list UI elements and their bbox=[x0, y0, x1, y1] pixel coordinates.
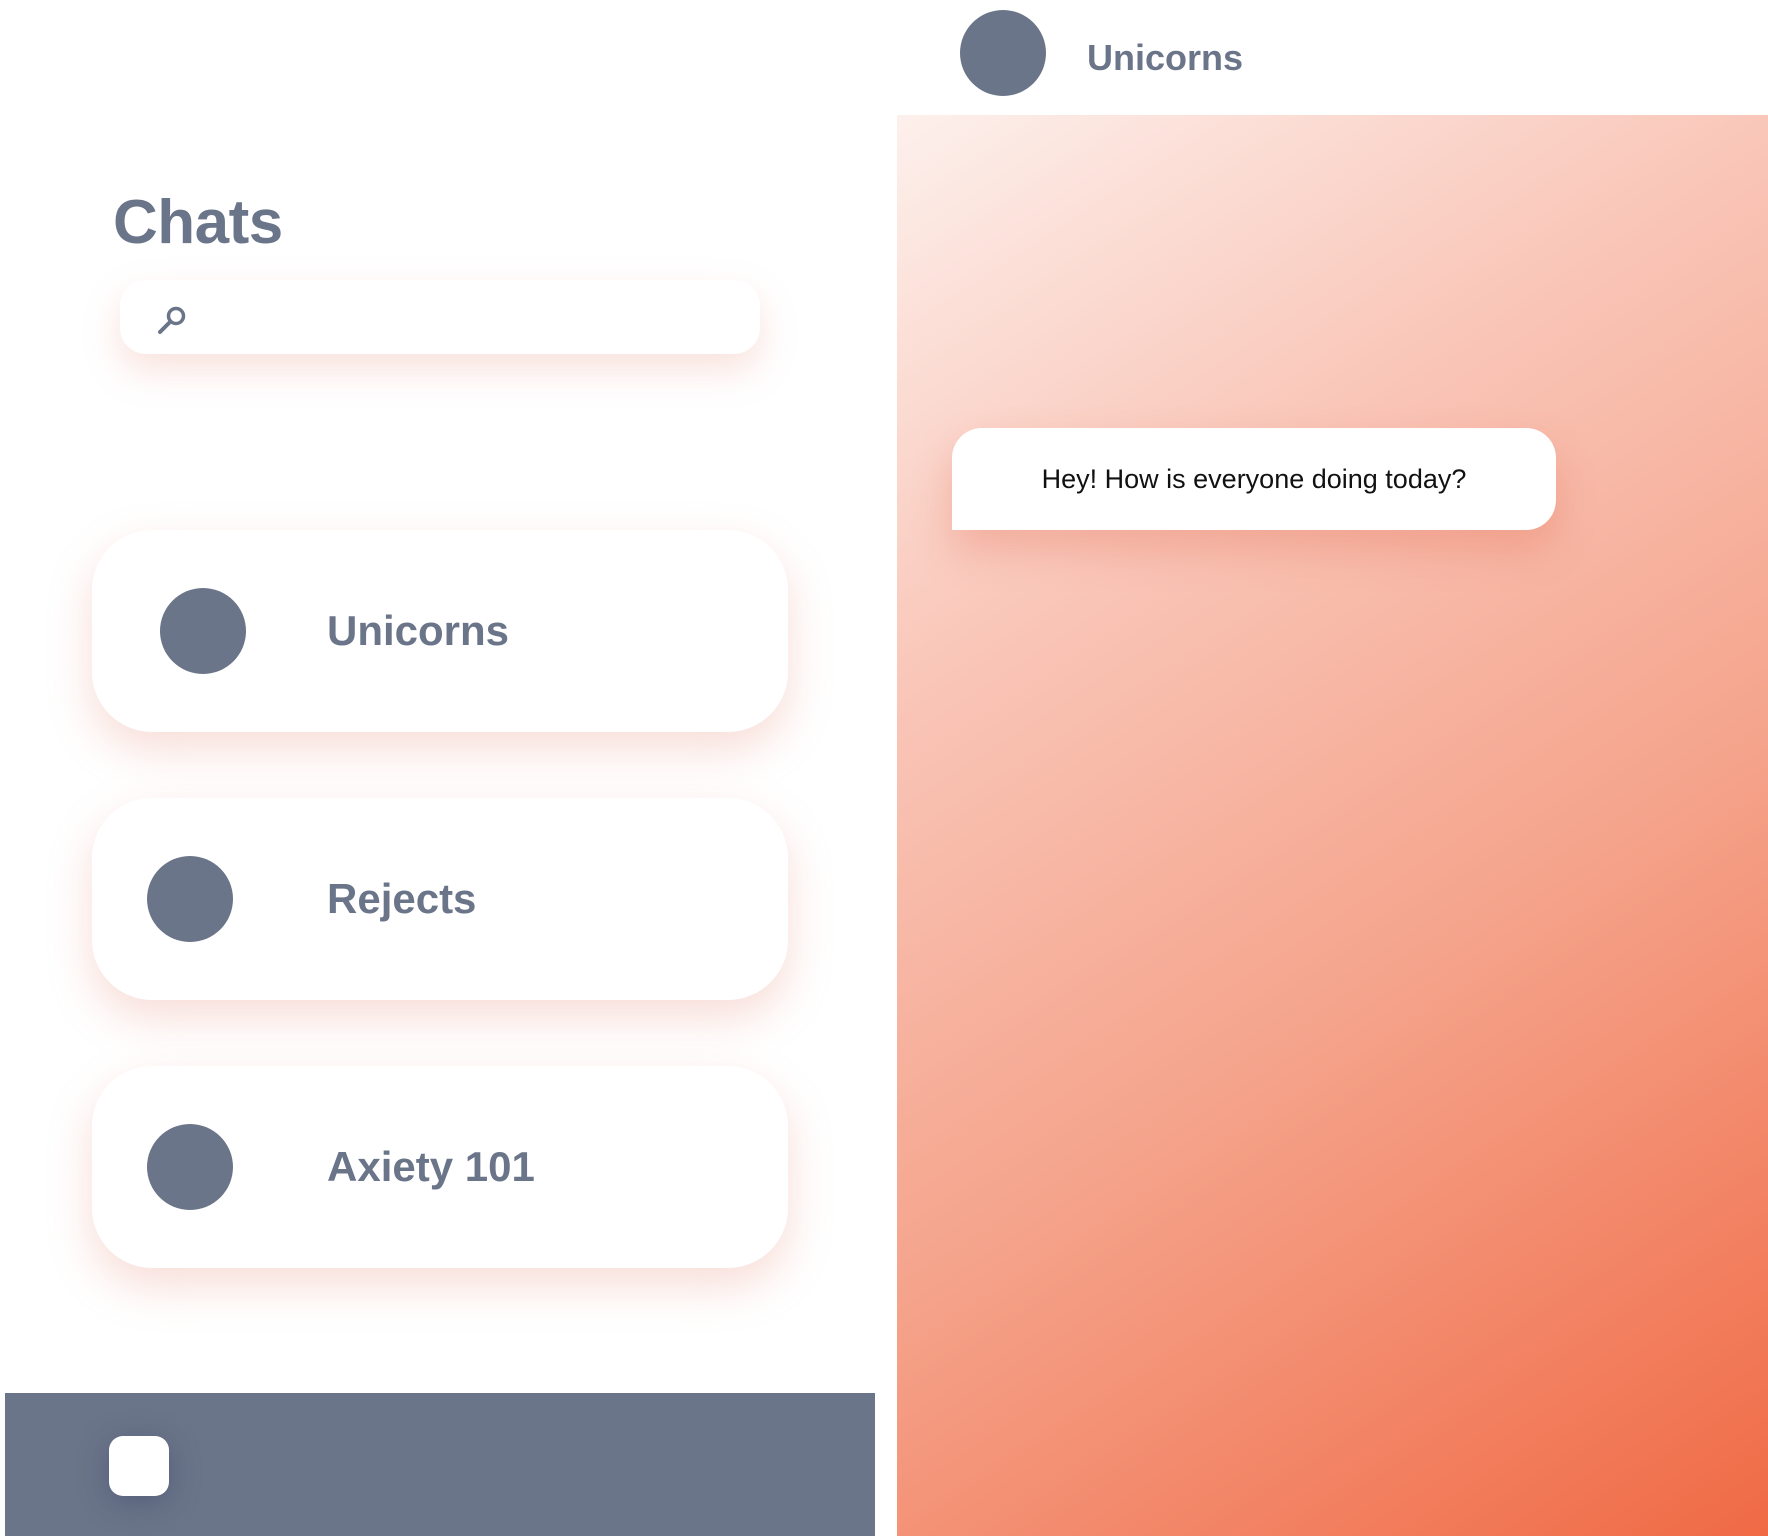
square-button[interactable] bbox=[109, 1436, 169, 1496]
chat-item-axiety-101[interactable]: Axiety 101 bbox=[92, 1066, 788, 1268]
avatar bbox=[960, 10, 1046, 96]
avatar bbox=[147, 1124, 233, 1210]
chat-item-unicorns[interactable]: Unicorns bbox=[92, 530, 788, 732]
search-box[interactable] bbox=[120, 280, 760, 356]
conversation-header: Unicorns bbox=[897, 0, 1768, 115]
chat-list-panel: Chats Unicorns Rejects Axiety 101 bbox=[0, 0, 876, 1536]
message-area: Hey! How is everyone doing today? bbox=[897, 115, 1768, 1536]
search-icon bbox=[158, 306, 186, 334]
chat-item-name: Unicorns bbox=[327, 607, 510, 654]
conversation-title: Unicorns bbox=[1087, 37, 1244, 78]
bottom-bar bbox=[5, 1393, 875, 1536]
chat-item-name: Axiety 101 bbox=[327, 1143, 535, 1190]
chat-item-rejects[interactable]: Rejects bbox=[92, 798, 788, 1000]
avatar bbox=[160, 588, 246, 674]
message-bubble: Hey! How is everyone doing today? bbox=[952, 428, 1556, 530]
avatar bbox=[147, 856, 233, 942]
message-text: Hey! How is everyone doing today? bbox=[1041, 463, 1467, 494]
chat-item-name: Rejects bbox=[327, 875, 477, 922]
search-input[interactable] bbox=[204, 280, 748, 356]
page-title: Chats bbox=[113, 188, 283, 257]
